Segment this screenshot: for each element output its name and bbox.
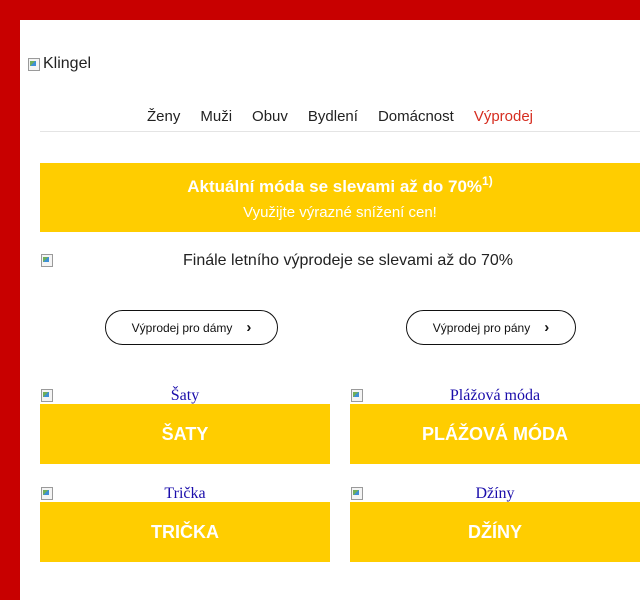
promo-banner[interactable]: Aktuální móda se slevami až do 70%1) Vyu… xyxy=(40,163,640,232)
category-tile-dresses[interactable]: Šaty ŠATY xyxy=(40,387,330,464)
nav-item-sale[interactable]: Výprodej xyxy=(474,108,533,125)
sale-men-label: Výprodej pro pány xyxy=(432,320,531,335)
broken-image-icon xyxy=(40,253,54,267)
broken-image-icon xyxy=(27,57,41,71)
banner-footnote: 1) xyxy=(482,174,493,188)
finale-hero-image[interactable]: Finále letního výprodeje se slevami až d… xyxy=(40,252,640,272)
nav-item-women[interactable]: Ženy xyxy=(147,108,180,125)
left-red-border xyxy=(0,0,20,600)
tile-label: ŠATY xyxy=(40,404,330,464)
category-tile-tshirts[interactable]: Trička TRIČKA xyxy=(40,485,330,562)
nav-item-shoes[interactable]: Obuv xyxy=(252,108,288,125)
main-navigation: Ženy Muži Obuv Bydlení Domácnost Výprode… xyxy=(40,105,640,132)
klingel-logo[interactable]: Klingel xyxy=(27,55,91,73)
tile-label: PLÁŽOVÁ MÓDA xyxy=(350,404,640,464)
tile-label: DŽÍNY xyxy=(350,502,640,562)
sale-women-label: Výprodej pro dámy xyxy=(131,320,233,335)
chevron-right-icon: › xyxy=(246,319,252,336)
tile-image-alt: Trička xyxy=(164,485,206,502)
tile-label: TRIČKA xyxy=(40,502,330,562)
finale-alt-text: Finále letního výprodeje se slevami až d… xyxy=(183,252,513,269)
nav-item-men[interactable]: Muži xyxy=(200,108,232,125)
nav-item-living[interactable]: Bydlení xyxy=(308,108,358,125)
top-red-border xyxy=(0,0,640,20)
category-tile-jeans[interactable]: Džíny DŽÍNY xyxy=(350,485,640,562)
banner-title: Aktuální móda se slevami až do 70%1) xyxy=(187,174,493,196)
sale-men-button[interactable]: Výprodej pro pány › xyxy=(406,310,576,345)
tile-image-alt: Džíny xyxy=(475,485,515,502)
chevron-right-icon: › xyxy=(544,319,550,336)
tile-image-alt: Šaty xyxy=(170,387,200,404)
tile-image-alt: Plážová móda xyxy=(449,387,541,404)
banner-subtitle: Využijte výrazné snížení cen! xyxy=(243,204,437,221)
nav-item-household[interactable]: Domácnost xyxy=(378,108,454,125)
category-tile-beachwear[interactable]: Plážová móda PLÁŽOVÁ MÓDA xyxy=(350,387,640,464)
sale-women-button[interactable]: Výprodej pro dámy › xyxy=(105,310,278,345)
logo-alt-text: Klingel xyxy=(43,55,92,72)
